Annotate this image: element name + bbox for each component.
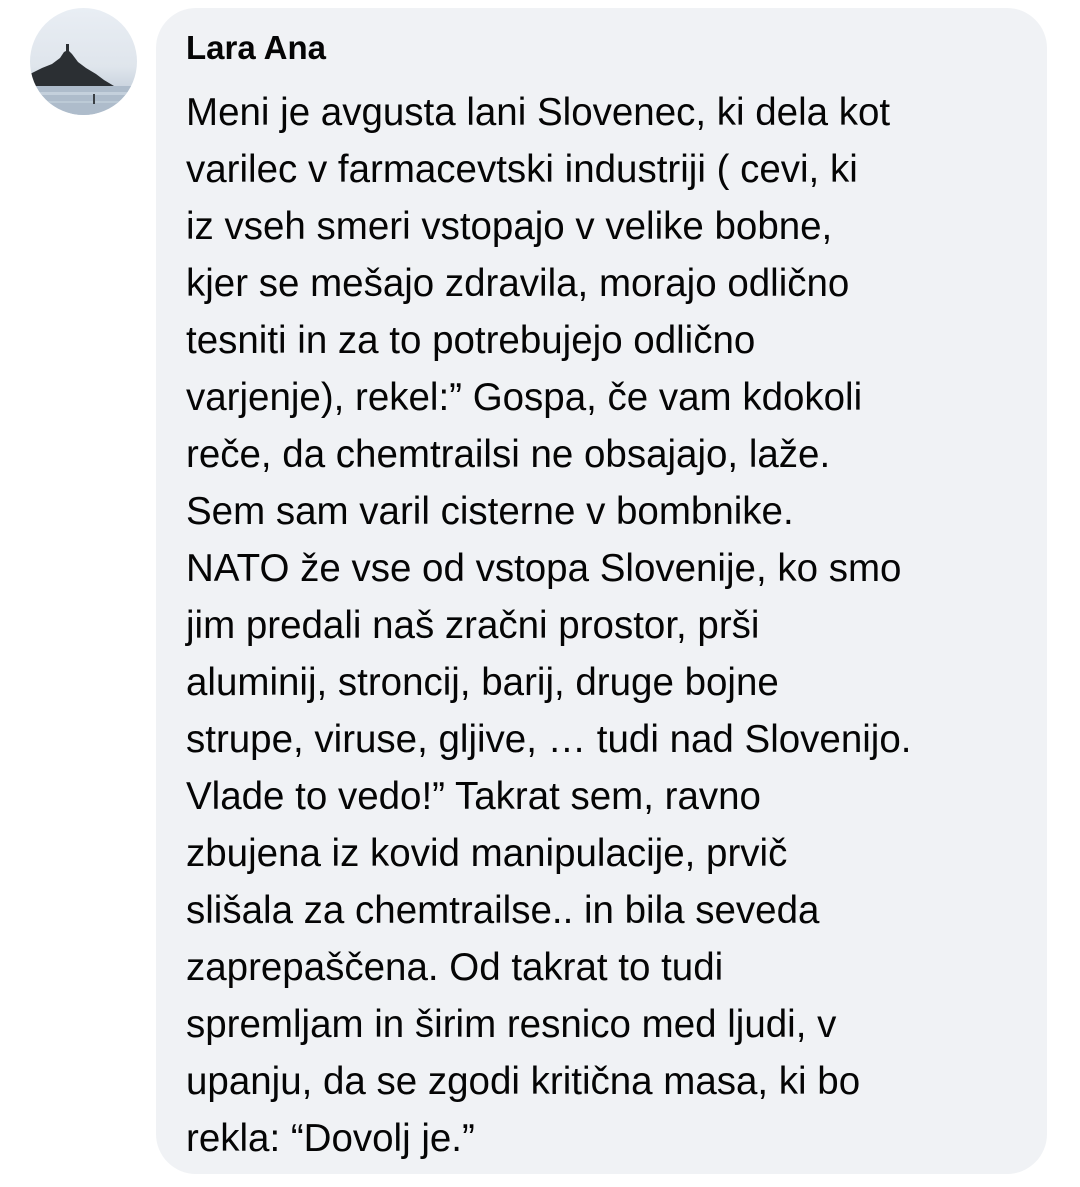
- comment-text-line: Sem sam varil cisterne v bombnike.: [186, 490, 794, 533]
- comment-text-line: kjer se mešajo zdravila, morajo odlično: [186, 262, 850, 305]
- comment-author-name[interactable]: Lara Ana: [186, 28, 1023, 72]
- comment-text-line: varilec v farmacevtski industriji ( cevi…: [186, 148, 858, 191]
- comment-text-line: tesniti in za to potrebujejo odlično: [186, 319, 756, 362]
- comment-text-line: aluminij, stroncij, barij, druge bojne: [186, 661, 779, 704]
- comment-text-line: rekla: “Dovolj je.”: [186, 1117, 475, 1160]
- comment-text-line: strupe, viruse, gljive, … tudi nad Slove…: [186, 718, 912, 761]
- comment: Lara Ana Meni je avgusta lani Slovenec, …: [0, 0, 1080, 1187]
- comment-text-line: zbujena iz kovid manipulacije, prvič: [186, 832, 788, 875]
- comment-bubble: Lara Ana Meni je avgusta lani Slovenec, …: [156, 8, 1047, 1174]
- comment-text-line: upanju, da se zgodi kritična masa, ki bo: [186, 1060, 861, 1103]
- comment-text-line: jim predali naš zračni prostor, prši: [186, 604, 760, 647]
- comment-text-line: varjenje), rekel:” Gospa, če vam kdokoli: [186, 376, 863, 419]
- comment-text-line: Meni je avgusta lani Slovenec, ki dela k…: [186, 91, 891, 134]
- comment-text-line: NATO že vse od vstopa Slovenije, ko smo: [186, 547, 902, 590]
- avatar[interactable]: [30, 8, 137, 115]
- comment-text-line: spremljam in širim resnico med ljudi, v: [186, 1003, 837, 1046]
- comment-body: Meni je avgusta lani Slovenec, ki dela k…: [186, 84, 1023, 1167]
- comment-text-line: iz vseh smeri vstopajo v velike bobne,: [186, 205, 833, 248]
- comment-text-line: Vlade to vedo!” Takrat sem, ravno: [186, 775, 761, 818]
- avatar-landscape-image: [30, 44, 137, 115]
- comment-text-line: slišala za chemtrailse.. in bila seveda: [186, 889, 820, 932]
- comment-text-line: zaprepaščena. Od takrat to tudi: [186, 946, 724, 989]
- comment-text-line: reče, da chemtrailsi ne obsajajo, laže.: [186, 433, 831, 476]
